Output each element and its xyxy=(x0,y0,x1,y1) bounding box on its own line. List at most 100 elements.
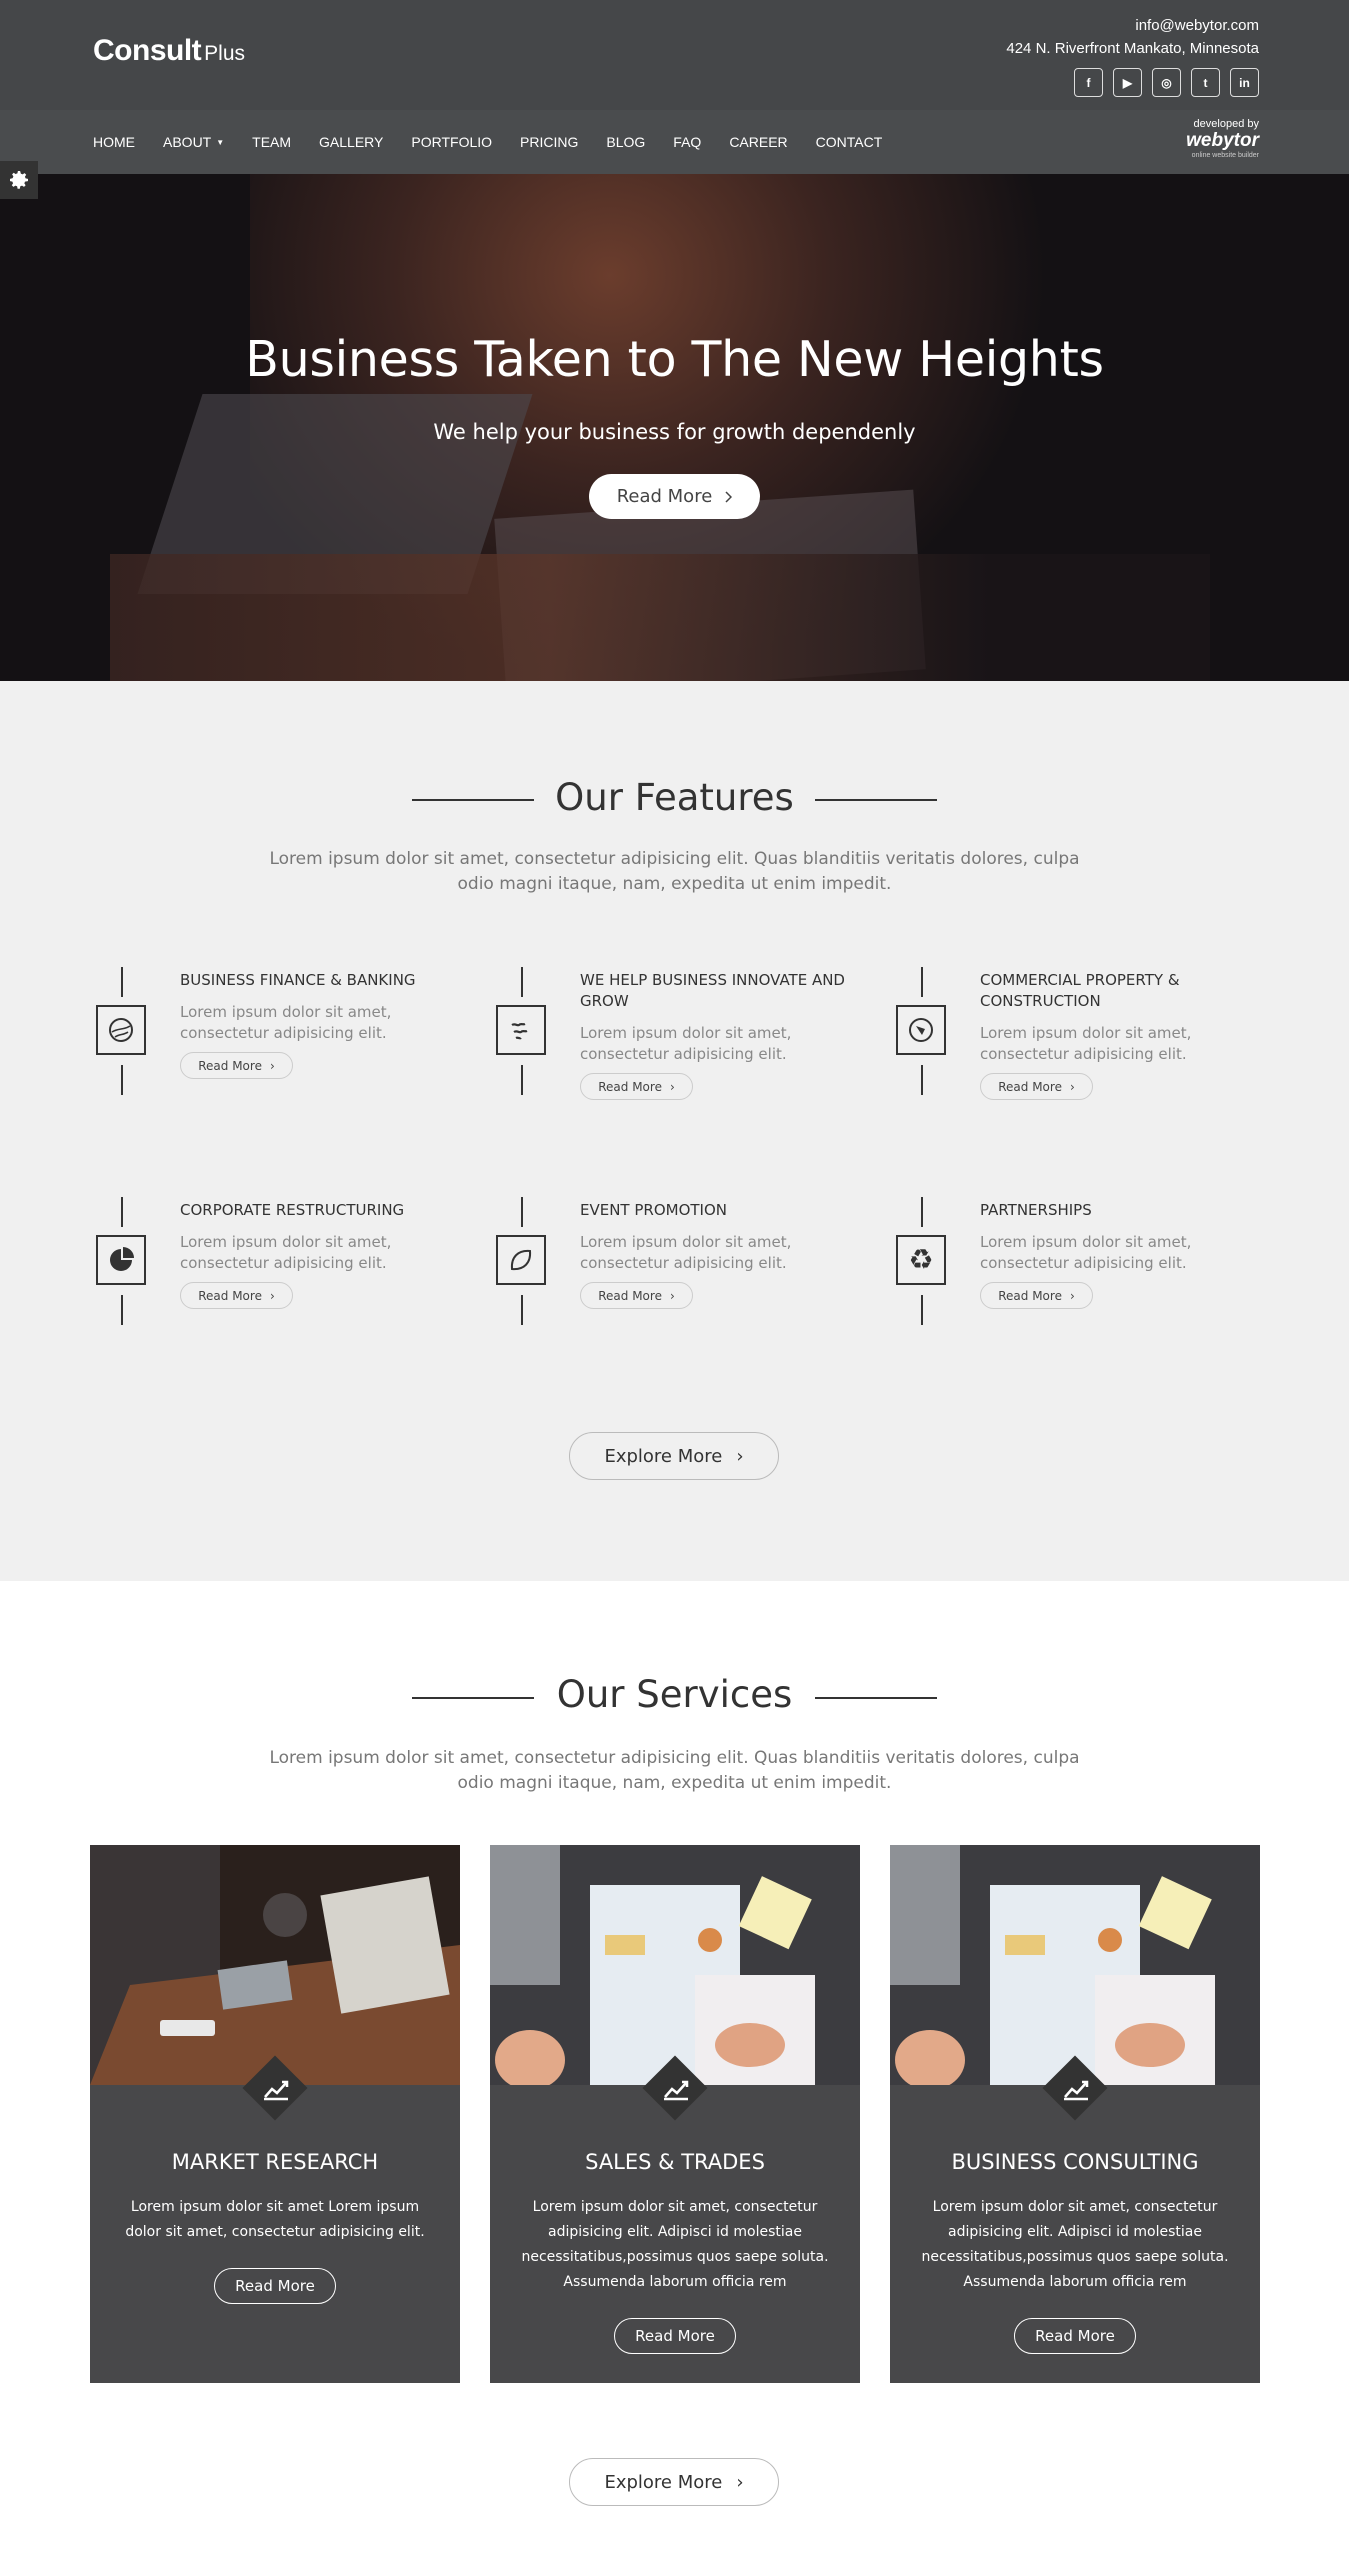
button-label: Explore More xyxy=(604,1445,723,1467)
nav-pricing[interactable]: PRICING xyxy=(520,134,578,150)
feature-text: Lorem ipsum dolor sit amet, consectetur … xyxy=(980,1233,1192,1272)
features-explore-more-button[interactable]: Explore More › xyxy=(569,1432,779,1480)
service-title: SALES & TRADES xyxy=(585,2150,765,2174)
feature-item: BUSINESS FINANCE & BANKING Lorem ipsum d… xyxy=(93,967,453,1107)
button-label: Read More xyxy=(998,1288,1062,1303)
feature-connector-bottom xyxy=(521,1295,523,1325)
feature-read-more-button[interactable]: Read More › xyxy=(980,1073,1093,1100)
chevron-down-icon: ▼ xyxy=(216,137,225,147)
button-label: Read More xyxy=(598,1288,662,1303)
chevron-right-icon: › xyxy=(1069,1288,1075,1303)
developer-brand: webytor xyxy=(1186,130,1259,151)
nav-blog[interactable]: BLOG xyxy=(606,134,645,150)
feature-connector-bottom xyxy=(121,1065,123,1095)
recycle-icon: ♻ xyxy=(896,1235,946,1285)
feature-connector-top xyxy=(121,1197,123,1227)
feature-connector-bottom xyxy=(921,1065,923,1095)
feature-item: CORPORATE RESTRUCTURING Lorem ipsum dolo… xyxy=(93,1197,453,1337)
hero-title: Business Taken to The New Heights xyxy=(245,331,1104,388)
button-label: Read More xyxy=(998,1079,1062,1094)
services-title: Our Services xyxy=(556,1673,793,1716)
feature-title: CORPORATE RESTRUCTURING xyxy=(180,1201,405,1219)
service-read-more-button[interactable]: Read More xyxy=(1014,2318,1136,2354)
feature-title: PARTNERSHIPS xyxy=(980,1201,1092,1219)
services-description: Lorem ipsum dolor sit amet, consectetur … xyxy=(269,1748,1080,1793)
nav-team[interactable]: TEAM xyxy=(252,134,291,150)
feature-read-more-button[interactable]: Read More › xyxy=(580,1282,693,1309)
feature-connector-top xyxy=(521,967,523,997)
button-label: Read More xyxy=(198,1058,262,1073)
nav-about[interactable]: ABOUT ▼ xyxy=(163,134,224,150)
birds-icon xyxy=(496,1005,546,1055)
feature-read-more-button[interactable]: Read More › xyxy=(180,1052,293,1079)
services-explore-more-button[interactable]: Explore More › xyxy=(569,2458,779,2506)
feature-read-more-button[interactable]: Read More › xyxy=(980,1282,1093,1309)
youtube-icon[interactable]: ▶ xyxy=(1113,68,1142,97)
hero-subtitle: We help your business for growth depende… xyxy=(433,420,916,444)
main-nav: HOME ABOUT ▼ TEAM GALLERY PORTFOLIO PRICI… xyxy=(0,110,1349,174)
feature-read-more-button[interactable]: Read More › xyxy=(580,1073,693,1100)
title-divider-right xyxy=(815,1697,937,1699)
gear-icon[interactable] xyxy=(0,161,38,199)
instagram-icon[interactable]: ◎ xyxy=(1152,68,1181,97)
developer-badge[interactable]: developed by webytor online website buil… xyxy=(1181,118,1259,159)
contact-email[interactable]: info@webytor.com xyxy=(1006,14,1259,37)
compass-icon xyxy=(896,1005,946,1055)
facebook-icon[interactable]: f xyxy=(1074,68,1103,97)
logo-bold-text: Consult xyxy=(93,34,202,67)
button-label: Explore More xyxy=(604,2471,723,2493)
service-image-meeting xyxy=(90,1845,460,2085)
service-title: BUSINESS CONSULTING xyxy=(951,2150,1199,2174)
hero-button-label: Read More xyxy=(616,486,713,507)
contact-address: 424 N. Riverfront Mankato, Minnesota xyxy=(1006,40,1259,57)
feature-item: COMMERCIAL PROPERTY & CONSTRUCTION Lorem… xyxy=(893,967,1253,1107)
chevron-right-icon: › xyxy=(269,1058,275,1073)
service-text: Lorem ipsum dolor sit amet Lorem ipsum d… xyxy=(125,2199,425,2240)
service-image-charts xyxy=(490,1845,860,2085)
feature-item: EVENT PROMOTION Lorem ipsum dolor sit am… xyxy=(493,1197,853,1337)
nav-faq[interactable]: FAQ xyxy=(673,134,701,150)
social-links: f ▶ ◎ t in xyxy=(1074,68,1259,97)
chevron-right-icon: › xyxy=(736,2471,744,2493)
twitter-icon[interactable]: t xyxy=(1191,68,1220,97)
button-label: Read More xyxy=(198,1288,262,1303)
hero-table-shape xyxy=(110,554,1210,681)
globe-icon xyxy=(96,1005,146,1055)
site-logo[interactable]: Consult Plus xyxy=(93,34,245,68)
feature-title: BUSINESS FINANCE & BANKING xyxy=(180,971,416,989)
service-text: Lorem ipsum dolor sit amet, consectetur … xyxy=(921,2199,1229,2290)
trend-up-icon xyxy=(1038,2051,1112,2125)
nav-about-label: ABOUT xyxy=(163,134,212,150)
feature-connector-top xyxy=(921,1197,923,1227)
leaf-icon xyxy=(496,1235,546,1285)
trend-up-icon xyxy=(238,2051,312,2125)
chevron-right-icon xyxy=(725,490,733,503)
contact-info: info@webytor.com 424 N. Riverfront Manka… xyxy=(1006,14,1259,60)
service-card: SALES & TRADES Lorem ipsum dolor sit ame… xyxy=(490,1845,860,2383)
nav-home[interactable]: HOME xyxy=(93,134,135,150)
chevron-right-icon: › xyxy=(669,1079,675,1094)
feature-text: Lorem ipsum dolor sit amet, consectetur … xyxy=(180,1003,392,1042)
features-description: Lorem ipsum dolor sit amet, consectetur … xyxy=(269,849,1080,894)
service-card: BUSINESS CONSULTING Lorem ipsum dolor si… xyxy=(890,1845,1260,2383)
title-divider-right xyxy=(815,799,937,801)
nav-portfolio[interactable]: PORTFOLIO xyxy=(411,134,492,150)
features-section: Our Features Lorem ipsum dolor sit amet,… xyxy=(0,681,1349,1581)
service-title: MARKET RESEARCH xyxy=(171,2150,379,2174)
hero-read-more-button[interactable]: Read More xyxy=(589,474,760,519)
chevron-right-icon: › xyxy=(1069,1079,1075,1094)
nav-gallery[interactable]: GALLERY xyxy=(319,134,383,150)
linkedin-icon[interactable]: in xyxy=(1230,68,1259,97)
service-read-more-button[interactable]: Read More xyxy=(614,2318,736,2354)
features-title: Our Features xyxy=(555,776,794,819)
service-text: Lorem ipsum dolor sit amet, consectetur … xyxy=(521,2199,829,2290)
feature-connector-top xyxy=(521,1197,523,1227)
feature-text: Lorem ipsum dolor sit amet, consectetur … xyxy=(580,1024,792,1063)
feature-title: COMMERCIAL PROPERTY & CONSTRUCTION xyxy=(980,971,1180,1010)
feature-text: Lorem ipsum dolor sit amet, consectetur … xyxy=(580,1233,792,1272)
nav-career[interactable]: CAREER xyxy=(729,134,787,150)
button-label: Read More xyxy=(598,1079,662,1094)
nav-contact[interactable]: CONTACT xyxy=(816,134,883,150)
service-read-more-button[interactable]: Read More xyxy=(214,2268,336,2304)
feature-read-more-button[interactable]: Read More › xyxy=(180,1282,293,1309)
